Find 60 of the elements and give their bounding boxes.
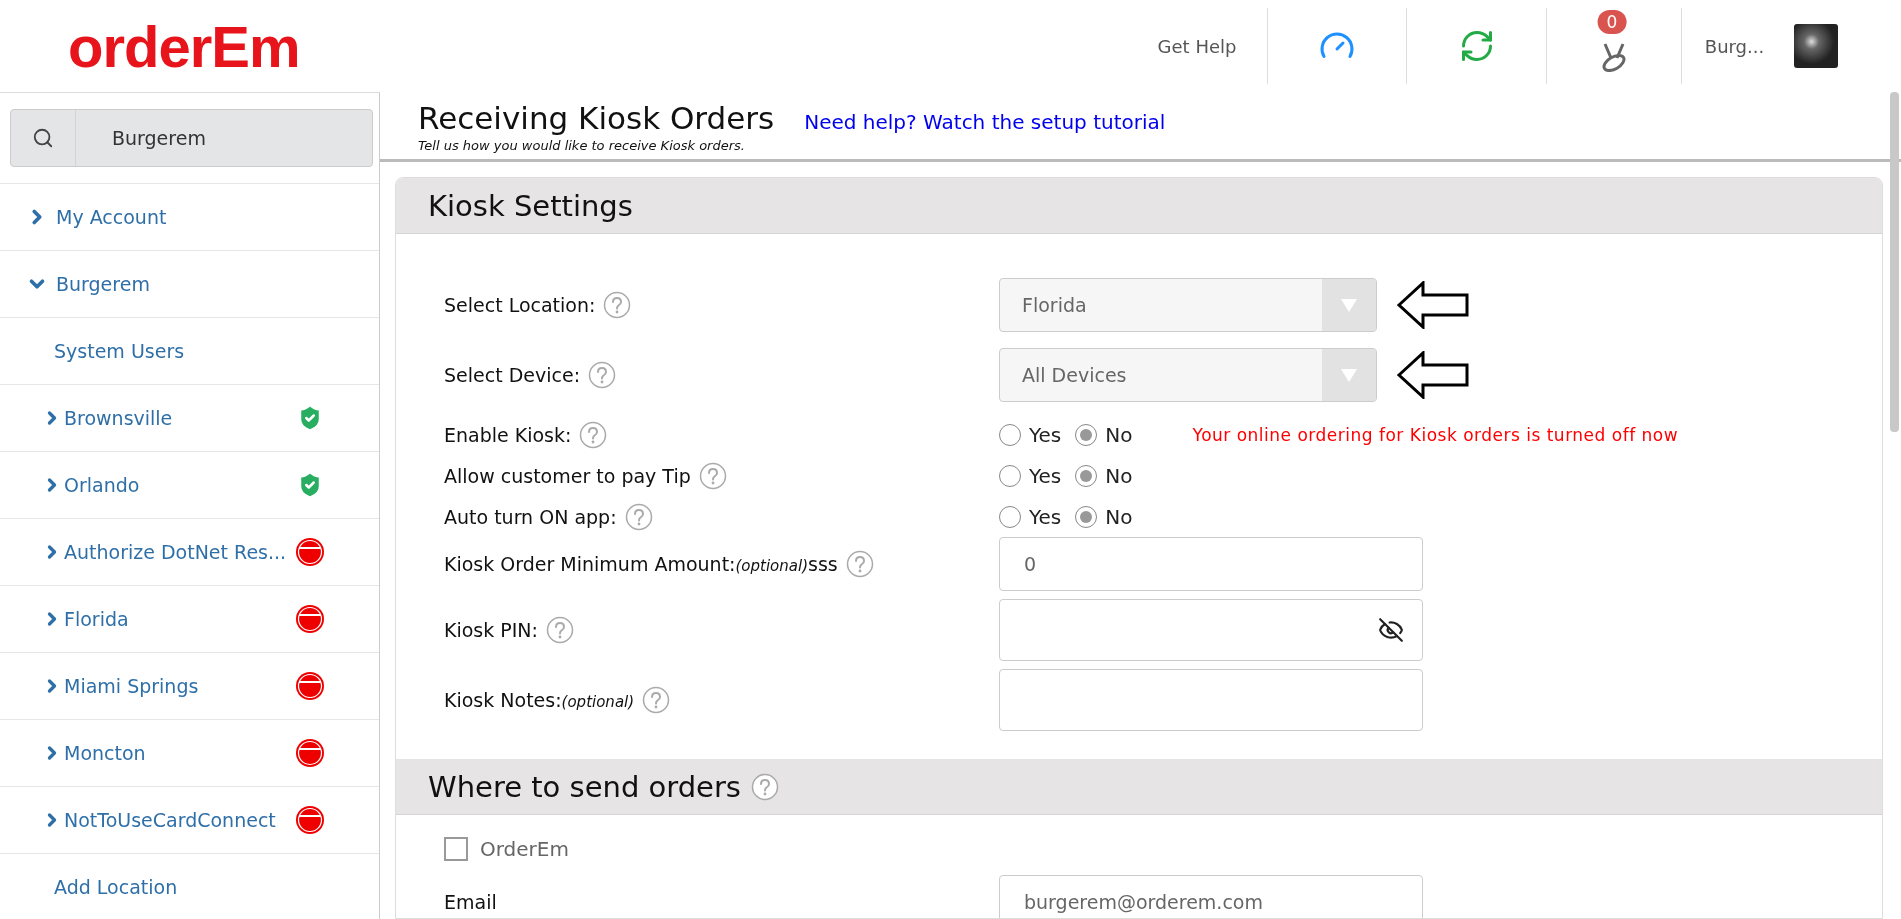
location-item[interactable]: Authorize DotNet Res...: [0, 518, 379, 585]
select-dropdown[interactable]: Florida: [999, 278, 1377, 332]
help-icon[interactable]: [624, 502, 653, 531]
caret-icon[interactable]: [1322, 279, 1376, 331]
select-dropdown[interactable]: All Devices: [999, 348, 1377, 402]
user-name[interactable]: Burg...: [1704, 35, 1765, 57]
email-field[interactable]: burgerem@orderem.com: [999, 875, 1423, 918]
search-bar[interactable]: Burgerem: [10, 109, 373, 167]
field-label: Kiosk PIN:: [444, 619, 538, 641]
logo[interactable]: orderEm: [0, 12, 380, 80]
search-field[interactable]: Burgerem: [76, 126, 326, 150]
scrollbar[interactable]: [1890, 92, 1899, 432]
help-icon[interactable]: [546, 616, 574, 644]
field-label: Select Location:: [444, 294, 596, 316]
location-item[interactable]: Miami Springs: [0, 652, 379, 719]
radio-option[interactable]: Yes: [999, 504, 1062, 529]
location-item[interactable]: Brownsville: [0, 384, 379, 451]
notes-field[interactable]: [999, 669, 1423, 731]
sidebar-item[interactable]: Burgerem: [0, 250, 379, 317]
location-item[interactable]: Orlando: [0, 451, 379, 518]
search-icon[interactable]: [32, 127, 54, 149]
eye-off-icon[interactable]: [1378, 617, 1404, 643]
help-icon[interactable]: [603, 291, 632, 319]
help-icon[interactable]: [698, 461, 727, 490]
checkbox-option[interactable]: OrderEm: [396, 815, 1882, 861]
location-item[interactable]: Florida: [0, 585, 379, 652]
radio-option[interactable]: No: [1075, 504, 1133, 529]
sidebar-item[interactable]: Add Location: [0, 853, 379, 919]
help-icon[interactable]: [642, 686, 671, 714]
field-label: Allow customer to pay Tip: [444, 464, 691, 487]
caret-icon[interactable]: [1322, 349, 1376, 401]
section-title: Where to send orders: [428, 769, 741, 804]
tutorial-link[interactable]: Need help? Watch the setup tutorial: [804, 110, 1166, 134]
radio-option[interactable]: Yes: [999, 463, 1062, 488]
field-label: Kiosk Notes:(optional): [444, 689, 635, 711]
page-subtitle: Tell us how you would like to receive Kiosk orders.: [418, 138, 746, 153]
help-icon[interactable]: [750, 772, 779, 801]
field-label: Email: [444, 891, 497, 913]
field-label: Kiosk Order Minimum Amount:(optional)sss: [444, 553, 838, 575]
section-title: Kiosk Settings: [428, 188, 633, 223]
page-title: Receiving Kiosk Orders: [418, 100, 775, 136]
field-label: Select Device:: [444, 364, 581, 386]
sidebar-item[interactable]: System Users: [0, 317, 379, 384]
get-help-link[interactable]: Get Help: [1157, 35, 1237, 57]
help-icon[interactable]: [845, 550, 874, 578]
field-label: Auto turn ON app:: [444, 505, 617, 528]
input-field[interactable]: 0: [999, 537, 1423, 591]
help-icon[interactable]: [588, 361, 617, 389]
radio-option[interactable]: Yes: [999, 422, 1062, 447]
help-icon[interactable]: [579, 420, 608, 449]
status-message: Your online ordering for Kiosk orders is turned off now: [1192, 424, 1679, 445]
field-label: Enable Kiosk:: [444, 423, 572, 446]
location-item[interactable]: Moncton: [0, 719, 379, 786]
radio-option[interactable]: No: [1075, 463, 1133, 488]
avatar-placeholder[interactable]: [1794, 24, 1839, 68]
location-item[interactable]: NotToUseCardConnect: [0, 786, 379, 853]
sidebar-item[interactable]: My Account: [0, 183, 379, 250]
radio-option[interactable]: No: [1075, 422, 1133, 447]
pin-field[interactable]: [999, 599, 1423, 661]
notification-badge: 0: [1597, 10, 1627, 34]
